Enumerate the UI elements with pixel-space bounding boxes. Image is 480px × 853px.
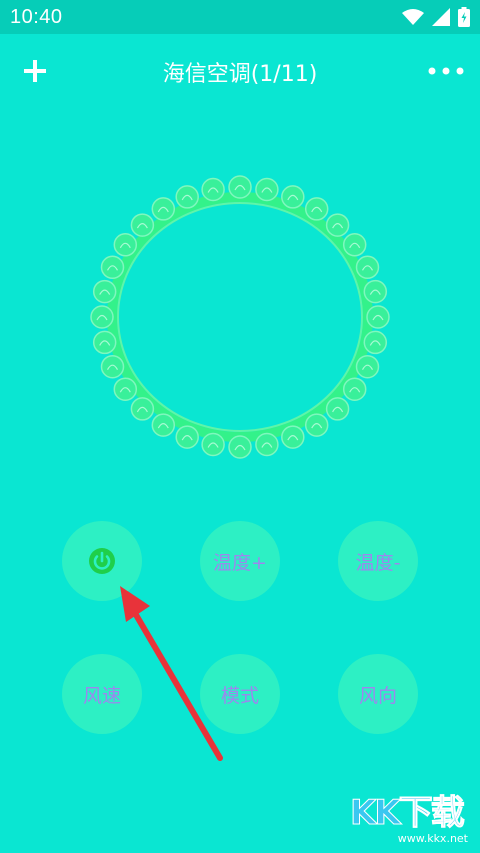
ring-scallop — [304, 413, 329, 437]
ring-scallop — [130, 397, 155, 421]
ring-scallop — [342, 377, 367, 401]
ring-scallop — [325, 397, 350, 421]
ring-scallop — [304, 197, 329, 221]
page-title: 海信空调(1/11) — [162, 62, 318, 87]
temp-up-button[interactable]: 温度+ — [200, 521, 280, 601]
ring-scallop — [363, 330, 388, 355]
ring-scallop — [100, 354, 125, 379]
dial-ring — [90, 175, 390, 459]
status-time: 10:40 — [10, 6, 63, 28]
ring-scallop — [281, 185, 305, 209]
ring-scallop — [355, 354, 380, 379]
ring-scallop — [113, 377, 138, 401]
ring-scallop — [113, 233, 138, 257]
watermark-url: www.kkx.net — [397, 832, 468, 845]
temp-down-button[interactable]: 温度- — [338, 521, 418, 601]
watermark: KK下载 www.kkx.net — [350, 785, 470, 846]
more-dots-icon — [428, 67, 464, 75]
ring-scallop — [90, 305, 114, 329]
ring-scallop — [342, 233, 367, 257]
fan-direction-button[interactable]: 风向 — [338, 654, 418, 734]
power-icon — [89, 548, 115, 574]
power-button[interactable] — [62, 521, 142, 601]
status-bar: 10:40 — [0, 0, 480, 34]
ring-scallop — [175, 185, 199, 209]
ring-scallop — [281, 425, 305, 449]
battery-icon — [458, 7, 470, 27]
fan-speed-button[interactable]: 风速 — [62, 654, 142, 734]
signal-icon — [432, 8, 450, 26]
ring-scallop — [175, 425, 199, 449]
ring-scallop — [355, 255, 380, 280]
mode-button[interactable]: 模式 — [200, 654, 280, 734]
more-button[interactable] — [426, 56, 466, 86]
ring-scallop — [228, 435, 252, 459]
ring-scallop — [92, 279, 117, 304]
ring-scallop — [100, 255, 125, 280]
ring-scallop — [255, 432, 279, 457]
ring-scallop — [228, 175, 252, 199]
ring-scallop — [130, 213, 155, 237]
ring-scallop — [151, 413, 176, 437]
ring-scallop — [92, 330, 117, 355]
wifi-icon — [402, 8, 424, 26]
ring-scallop — [325, 213, 350, 237]
app-bar: 海信空调(1/11) — [0, 34, 480, 108]
status-icons — [402, 7, 470, 27]
watermark-logo: KK下载 — [350, 793, 466, 834]
ring-scallop — [363, 279, 388, 304]
ring-scallop — [255, 177, 279, 202]
ring-scallop — [201, 177, 225, 202]
ring-scallop — [366, 305, 390, 329]
ring-scallop — [201, 432, 225, 457]
ring-scallop — [151, 197, 176, 221]
